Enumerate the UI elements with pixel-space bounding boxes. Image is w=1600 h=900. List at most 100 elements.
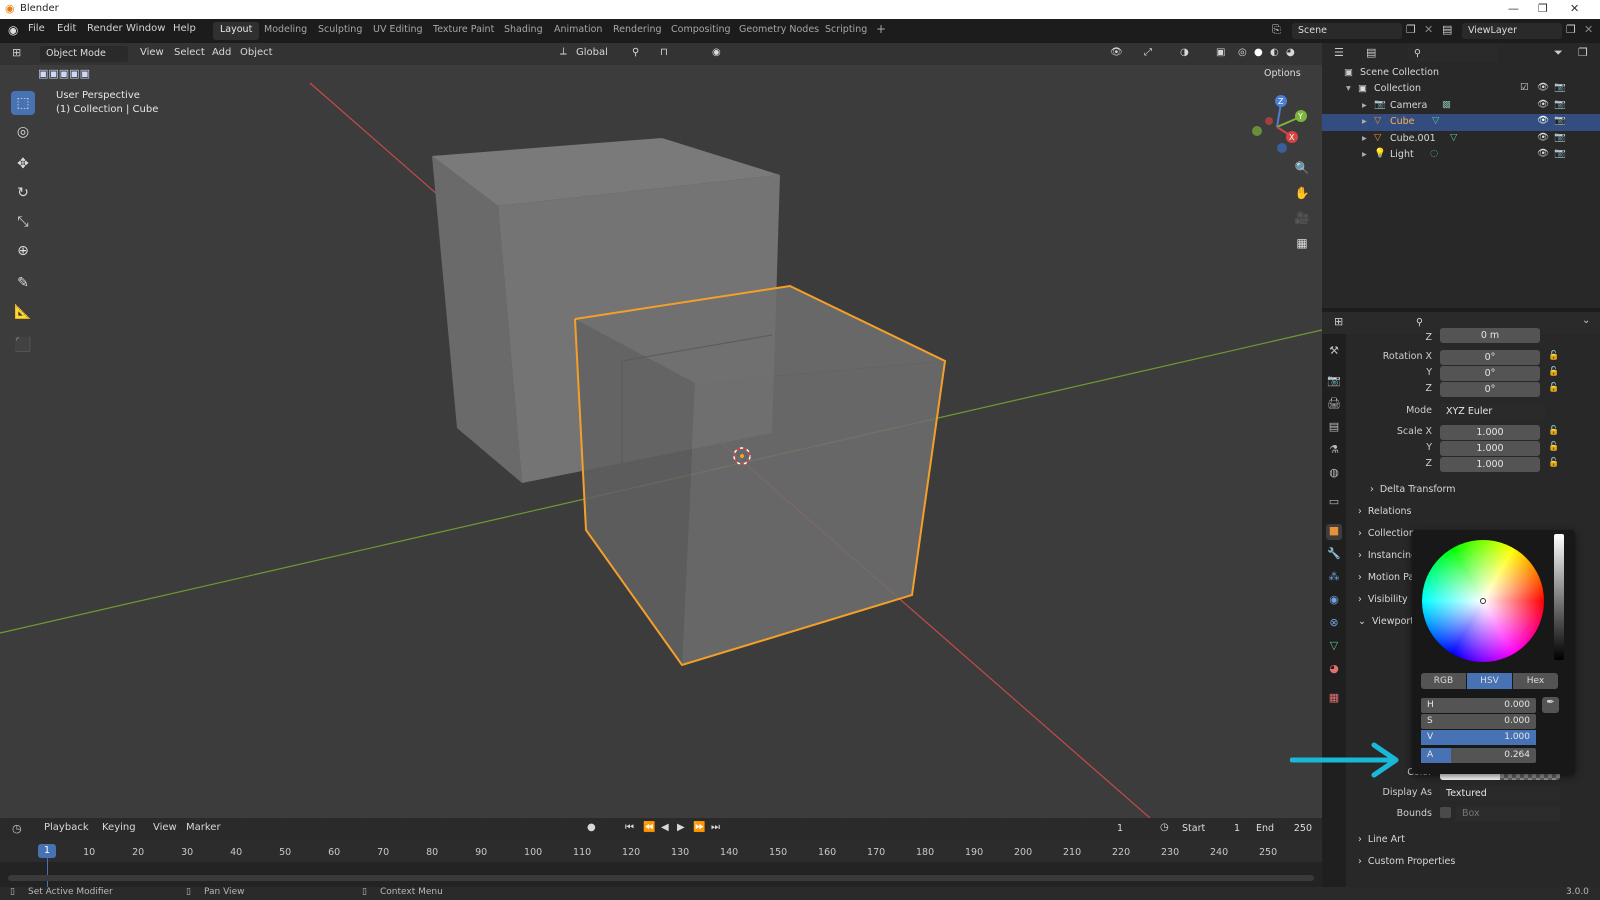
scale-tool-icon[interactable]: ⤡	[11, 210, 35, 234]
data-tab-icon[interactable]: ▽	[1326, 639, 1342, 655]
constraints-tab-icon[interactable]: ⊗	[1326, 616, 1342, 632]
filter-icon[interactable]: ⏷	[1554, 46, 1563, 60]
current-frame-field[interactable]: 1	[1090, 821, 1150, 837]
outliner-item-cube-001[interactable]: ▸ ▽ Cube.001 ▽ 👁 📷	[1322, 131, 1600, 148]
viewport-menu-add[interactable]: Add	[212, 47, 231, 58]
expand-arrow-icon[interactable]: ▸	[1362, 116, 1367, 127]
add-workspace-icon[interactable]: +	[876, 22, 886, 36]
render-camera-icon[interactable]: 📷	[1554, 82, 1566, 93]
alpha-field[interactable]: A 0.264	[1421, 748, 1536, 763]
new-view-layer-icon[interactable]: ❐	[1566, 23, 1576, 36]
annotate-tool-icon[interactable]: ✎	[11, 271, 35, 295]
selection-mode-icons[interactable]: ▣▣▣▣▣	[38, 67, 90, 80]
saturation-field[interactable]: S 0.000	[1421, 714, 1536, 729]
camera-view-icon[interactable]: 🎥	[1291, 207, 1313, 229]
render-tab-icon[interactable]: 📷	[1326, 374, 1342, 390]
tool-tab-icon[interactable]: ⚒	[1326, 344, 1342, 360]
view-layer-tab-icon[interactable]: ▤	[1326, 420, 1342, 436]
menu-render[interactable]: Render	[87, 23, 123, 34]
tab-animation[interactable]: Animation	[547, 22, 609, 40]
tab-rendering[interactable]: Rendering	[606, 22, 669, 40]
snap-icon[interactable]: ⊓	[660, 47, 668, 58]
hide-eye-icon[interactable]: 👁	[1537, 99, 1549, 110]
add-cube-tool-icon[interactable]: ⬛	[11, 333, 35, 357]
navigation-gizmo[interactable]: Z Y X	[1245, 91, 1309, 161]
blender-menu-icon[interactable]: ◉	[8, 23, 18, 37]
lock-icon[interactable]: 🔓	[1548, 367, 1559, 377]
transform-tool-icon[interactable]: ⊕	[11, 239, 35, 263]
mesh-data-icon[interactable]: ▽	[1432, 115, 1439, 126]
color-wheel-cursor[interactable]	[1480, 598, 1486, 604]
auto-keying-icon[interactable]: ●	[587, 822, 596, 833]
restore-icon[interactable]: ❐	[1538, 2, 1548, 15]
bounds-dropdown[interactable]: Box	[1456, 806, 1560, 821]
proportional-edit-icon[interactable]: ◉	[712, 47, 721, 58]
editor-type-icon[interactable]: ⊞	[12, 46, 21, 59]
pan-hand-icon[interactable]: ✋	[1291, 182, 1313, 204]
hide-eye-icon[interactable]: 👁	[1537, 82, 1549, 93]
exclude-checkbox-icon[interactable]: ☑	[1520, 82, 1529, 93]
rotate-tool-icon[interactable]: ↻	[11, 181, 35, 205]
texture-tab-icon[interactable]: ▦	[1326, 691, 1342, 707]
zoom-icon[interactable]: 🔍	[1291, 157, 1313, 179]
camera-data-icon[interactable]: ▩	[1442, 99, 1451, 110]
delta-transform-panel[interactable]: › Delta Transform	[1370, 484, 1455, 495]
timeline-menu-playback[interactable]: Playback	[44, 822, 89, 833]
expand-arrow-icon[interactable]: ▸	[1362, 133, 1367, 144]
color-wheel[interactable]	[1422, 540, 1544, 662]
3d-viewport[interactable]: ⬚ ◎ ✥ ↻ ⤡ ⊕ ✎ 📐 ⬛ User Perspective (1) C…	[0, 43, 1322, 818]
render-camera-icon[interactable]: 📷	[1554, 148, 1566, 159]
timeline-menu-keying[interactable]: Keying	[102, 822, 136, 833]
new-scene-icon[interactable]: ❐	[1406, 23, 1416, 36]
jump-keyframe-forward-icon[interactable]: ⏩	[693, 822, 705, 833]
particles-tab-icon[interactable]: ⁂	[1326, 570, 1342, 586]
outliner-collection[interactable]: ▾ ▣ Collection ☑ 👁 📷	[1322, 81, 1600, 98]
end-frame-field[interactable]: End 250	[1250, 821, 1318, 837]
render-camera-icon[interactable]: 📷	[1554, 132, 1566, 143]
visibility-icon[interactable]: 👁	[1110, 47, 1123, 58]
outliner-item-cube[interactable]: ▸ ▽ Cube ▽ 👁 📷	[1322, 114, 1600, 131]
mode-selector[interactable]: Object Mode	[40, 46, 128, 62]
line-art-panel[interactable]: › Line Art	[1358, 834, 1405, 845]
mesh-data-icon[interactable]: ▽	[1450, 132, 1457, 143]
light-data-icon[interactable]: ◌	[1430, 148, 1438, 159]
options-dropdown[interactable]: Options	[1264, 68, 1301, 79]
tab-geometry-nodes[interactable]: Geometry Nodes	[732, 22, 826, 40]
render-camera-icon[interactable]: 📷	[1554, 99, 1566, 110]
hsv-tab[interactable]: HSV	[1467, 673, 1512, 689]
scene-icon[interactable]: ⎘	[1272, 23, 1281, 37]
rotation-mode-dropdown[interactable]: XYZ Euler	[1440, 404, 1546, 419]
world-tab-icon[interactable]: ◍	[1326, 466, 1342, 482]
tab-uv-editing[interactable]: UV Editing	[366, 22, 430, 40]
select-box-tool-icon[interactable]: ⬚	[11, 91, 35, 115]
tab-texture-paint[interactable]: Texture Paint	[426, 22, 501, 40]
gizmo-toggle-icon[interactable]: ⤢	[1144, 47, 1152, 58]
output-tab-icon[interactable]: 🖨	[1326, 397, 1342, 413]
xray-toggle-icon[interactable]: ▣	[1216, 47, 1225, 58]
outliner-search-input[interactable]: ⚲	[1408, 46, 1498, 62]
instancing-panel[interactable]: › Instancing	[1358, 550, 1417, 561]
object-tab-icon[interactable]: ■	[1326, 524, 1342, 540]
value-field[interactable]: V 1.000	[1421, 730, 1536, 745]
rotation-z-field[interactable]: 0°	[1440, 382, 1540, 397]
solid-shading-icon[interactable]: ●	[1254, 47, 1263, 58]
move-tool-icon[interactable]: ✥	[11, 152, 35, 176]
expand-arrow-icon[interactable]: ▸	[1362, 149, 1367, 160]
perspective-grid-icon[interactable]: ▦	[1291, 232, 1313, 254]
rotation-x-field[interactable]: 0°	[1440, 350, 1540, 365]
playhead-frame-indicator[interactable]: 1	[38, 844, 56, 858]
lock-icon[interactable]: 🔓	[1548, 458, 1559, 468]
menu-file[interactable]: File	[28, 23, 45, 34]
viewport-menu-select[interactable]: Select	[174, 47, 205, 58]
display-as-dropdown[interactable]: Textured	[1440, 786, 1560, 801]
start-frame-field[interactable]: Start 1	[1176, 821, 1246, 837]
tab-scripting[interactable]: Scripting	[818, 22, 874, 40]
viewport-menu-view[interactable]: View	[140, 47, 164, 58]
delete-scene-icon[interactable]: ✕	[1424, 23, 1433, 36]
expand-arrow-icon[interactable]: ▾	[1346, 83, 1351, 94]
bounds-checkbox[interactable]	[1440, 807, 1451, 818]
timeline-editor-icon[interactable]: ◷	[12, 822, 22, 835]
modifier-tab-icon[interactable]: 🔧	[1326, 547, 1342, 563]
visibility-panel[interactable]: › Visibility	[1358, 594, 1408, 605]
value-slider[interactable]	[1554, 534, 1564, 660]
